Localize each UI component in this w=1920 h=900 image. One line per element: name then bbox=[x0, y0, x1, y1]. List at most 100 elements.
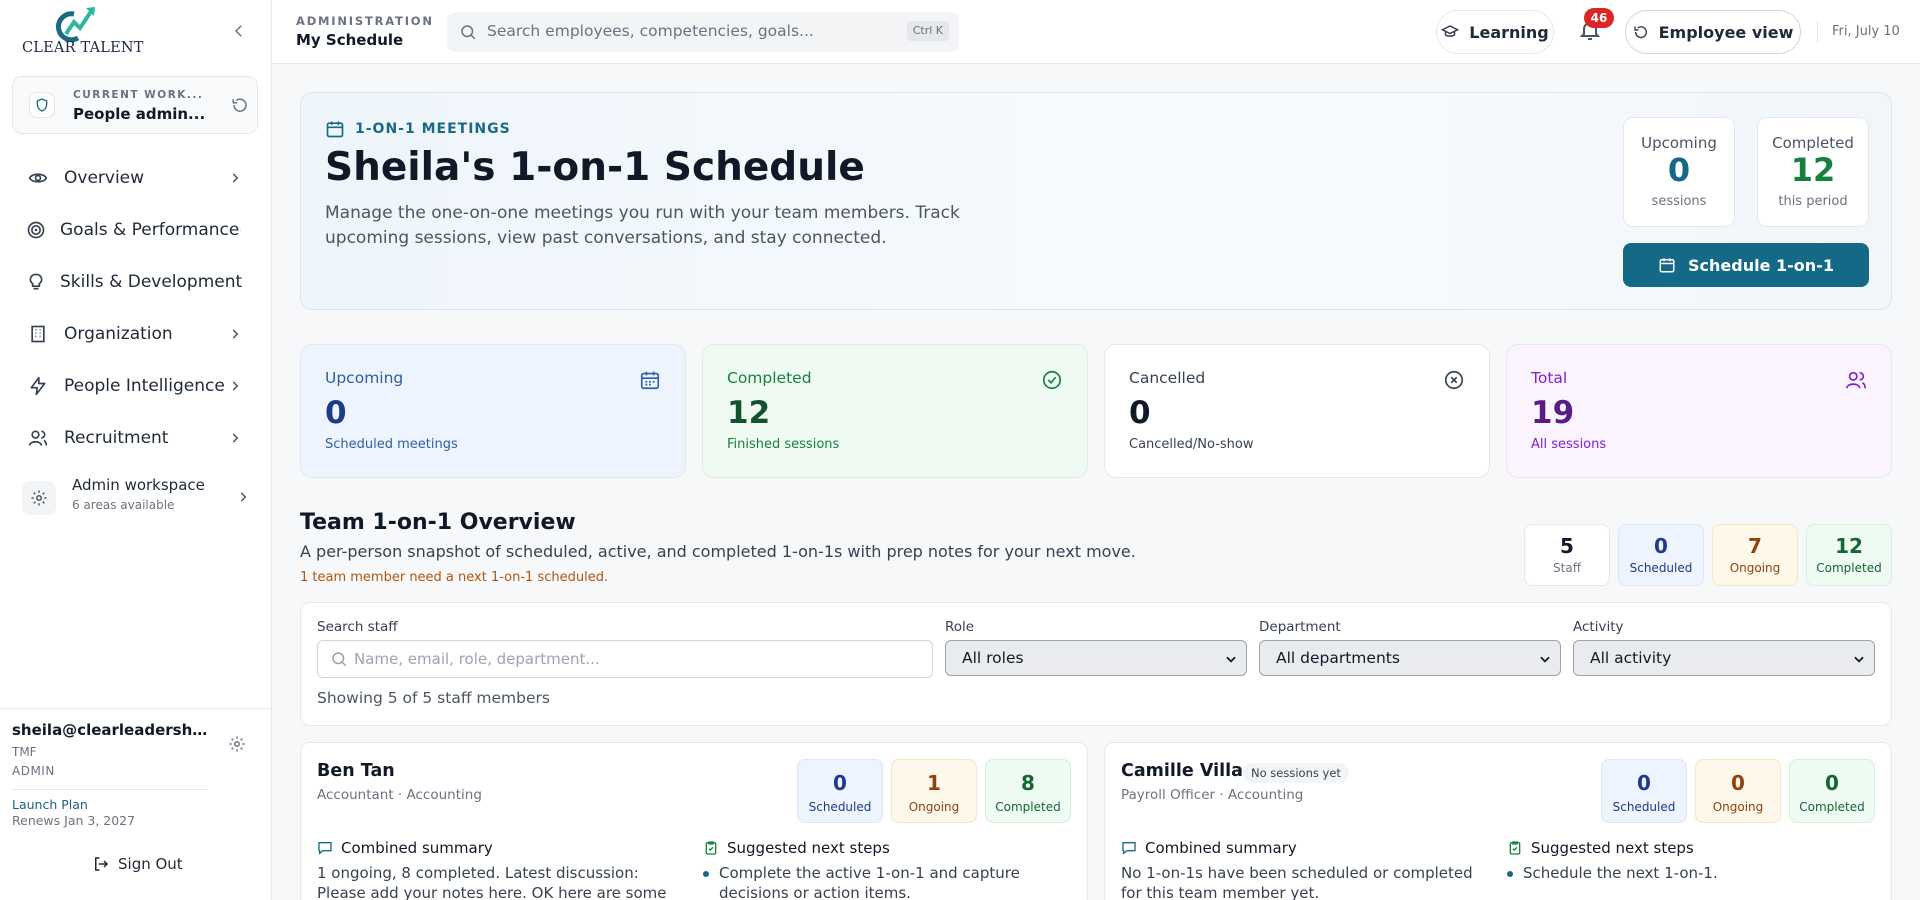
stat-card-total: Total 19 All sessions bbox=[1506, 344, 1892, 478]
pill-value: 7 bbox=[1748, 534, 1762, 558]
search-shortcut: Ctrl K bbox=[906, 21, 949, 41]
team-overview-title: Team 1-on-1 Overview bbox=[300, 510, 576, 535]
staff-pill-ongoing: 1 Ongoing bbox=[891, 759, 977, 823]
employee-view-label: Employee view bbox=[1658, 22, 1794, 42]
admin-workspace-link[interactable]: Admin workspace 6 areas available bbox=[22, 474, 252, 520]
staff-card[interactable]: Camille Villa Payroll Officer · Accounti… bbox=[1104, 742, 1892, 900]
brand-logo[interactable]: CLEAR TALENT bbox=[22, 4, 143, 58]
target-icon bbox=[26, 218, 46, 242]
hero-completed-stat: Completed 12 this period bbox=[1757, 117, 1869, 227]
stat-value: 12 bbox=[727, 395, 771, 431]
gear-icon bbox=[22, 481, 56, 515]
stat-label: Completed bbox=[727, 369, 812, 387]
chevron-right-icon bbox=[232, 381, 239, 391]
current-date: Fri, July 10 bbox=[1832, 24, 1900, 39]
nav-item-skills-development[interactable]: Skills & Development bbox=[16, 260, 248, 304]
next-steps-title: Suggested next steps bbox=[727, 839, 890, 857]
summary-heading: Combined summary bbox=[1121, 839, 1297, 857]
graduation-cap-icon bbox=[1441, 25, 1460, 37]
breadcrumb-section: ADMINISTRATION bbox=[296, 14, 434, 28]
activity-label: Activity bbox=[1573, 619, 1624, 635]
stat-label: Upcoming bbox=[325, 369, 404, 387]
staff-card[interactable]: Ben Tan Accountant · Accounting 0 Schedu… bbox=[300, 742, 1088, 900]
lightning-icon bbox=[26, 374, 50, 398]
nav-item-organization[interactable]: Organization bbox=[16, 312, 248, 356]
brand-name: CLEAR TALENT bbox=[22, 40, 144, 56]
x-circle-icon bbox=[1444, 370, 1464, 390]
next-step-item: Complete the active 1-on-1 and capture d… bbox=[703, 863, 1063, 900]
summary-text: 1 ongoing, 8 completed. Latest discussio… bbox=[317, 864, 667, 900]
stat-label: Cancelled bbox=[1129, 369, 1206, 387]
search-staff-input[interactable]: Name, email, role, department... bbox=[317, 640, 933, 678]
nav-item-recruitment[interactable]: Recruitment bbox=[16, 416, 248, 460]
nav-label: Overview bbox=[64, 168, 145, 188]
users-icon bbox=[26, 426, 50, 450]
summary-title: Combined summary bbox=[341, 839, 493, 857]
stat-sub: All sessions bbox=[1531, 437, 1607, 452]
chevron-down-icon bbox=[1854, 656, 1864, 663]
message-icon bbox=[1122, 842, 1136, 855]
search-staff-label: Search staff bbox=[317, 619, 398, 635]
no-sessions-badge: No sessions yet bbox=[1243, 763, 1349, 783]
employee-view-button[interactable]: Employee view bbox=[1625, 10, 1801, 54]
activity-select[interactable]: All activity bbox=[1573, 640, 1875, 676]
pill-value: 1 bbox=[927, 771, 941, 795]
collapse-sidebar-icon[interactable] bbox=[230, 22, 248, 40]
hero-upcoming-stat: Upcoming 0 sessions bbox=[1623, 117, 1735, 227]
search-placeholder: Search employees, competencies, goals... bbox=[487, 22, 814, 40]
department-select[interactable]: All departments bbox=[1259, 640, 1561, 676]
reset-workspace-icon[interactable] bbox=[231, 96, 249, 114]
shield-icon bbox=[29, 92, 55, 118]
team-pill-staff: 5 Staff bbox=[1524, 524, 1610, 586]
sign-out-icon bbox=[95, 857, 109, 871]
stat-label: Upcoming bbox=[1641, 134, 1717, 152]
role-select[interactable]: All roles bbox=[945, 640, 1247, 676]
stat-value: 0 bbox=[1129, 395, 1151, 431]
workspace-switcher[interactable]: CURRENT WORK... People admin... bbox=[12, 76, 258, 134]
lightbulb-icon bbox=[26, 270, 46, 294]
hero-tag: 1-ON-1 MEETINGS bbox=[325, 119, 511, 139]
learning-label: Learning bbox=[1469, 22, 1549, 42]
pill-value: 0 bbox=[833, 771, 847, 795]
activity-select-value: All activity bbox=[1590, 649, 1672, 667]
stat-value: 0 bbox=[325, 395, 347, 431]
user-email: sheila@clearleadership... bbox=[12, 721, 212, 739]
chevron-right-icon bbox=[240, 492, 247, 502]
admin-workspace-title: Admin workspace bbox=[72, 476, 205, 494]
building-icon bbox=[26, 322, 50, 346]
staff-role: Accountant · Accounting bbox=[317, 787, 482, 803]
nav-item-goals-performance[interactable]: Goals & Performance bbox=[16, 208, 248, 252]
staff-name: Camille Villa bbox=[1121, 761, 1243, 781]
message-icon bbox=[318, 842, 332, 855]
next-steps-title: Suggested next steps bbox=[1531, 839, 1694, 857]
stat-sub: Cancelled/No-show bbox=[1129, 437, 1254, 452]
sign-out-button[interactable]: Sign Out bbox=[92, 855, 183, 873]
chevron-right-icon bbox=[232, 329, 239, 339]
pill-value: 0 bbox=[1825, 771, 1839, 795]
pill-value: 5 bbox=[1560, 534, 1574, 558]
sign-out-label: Sign Out bbox=[118, 855, 183, 873]
chevron-right-icon bbox=[232, 433, 239, 443]
chevron-right-icon bbox=[232, 173, 239, 183]
stat-value: 0 bbox=[1667, 151, 1691, 189]
nav-label: People Intelligence bbox=[64, 376, 225, 396]
pill-label: Completed bbox=[995, 800, 1061, 814]
stat-card-upcoming: Upcoming 0 Scheduled meetings bbox=[300, 344, 686, 478]
role-label: Role bbox=[945, 619, 975, 635]
next-steps-heading: Suggested next steps bbox=[703, 839, 890, 857]
team-pill-ongoing: 7 Ongoing bbox=[1712, 524, 1798, 586]
hero-title: Sheila's 1-on-1 Schedule bbox=[325, 145, 865, 190]
filter-panel: Search staff Name, email, role, departme… bbox=[300, 602, 1892, 726]
search-staff-placeholder: Name, email, role, department... bbox=[354, 650, 600, 668]
settings-gear-icon[interactable] bbox=[228, 735, 246, 753]
schedule-1on1-button[interactable]: Schedule 1-on-1 bbox=[1623, 243, 1869, 287]
pill-value: 0 bbox=[1731, 771, 1745, 795]
pill-value: 12 bbox=[1835, 534, 1863, 558]
stat-card-completed: Completed 12 Finished sessions bbox=[702, 344, 1088, 478]
global-search-input[interactable]: Search employees, competencies, goals...… bbox=[447, 12, 959, 52]
nav-item-overview[interactable]: Overview bbox=[16, 156, 248, 200]
nav-item-people-intelligence[interactable]: People Intelligence bbox=[16, 364, 248, 408]
plan-link[interactable]: Launch Plan bbox=[12, 797, 88, 812]
learning-button[interactable]: Learning bbox=[1436, 10, 1554, 54]
team-pill-completed: 12 Completed bbox=[1806, 524, 1892, 586]
